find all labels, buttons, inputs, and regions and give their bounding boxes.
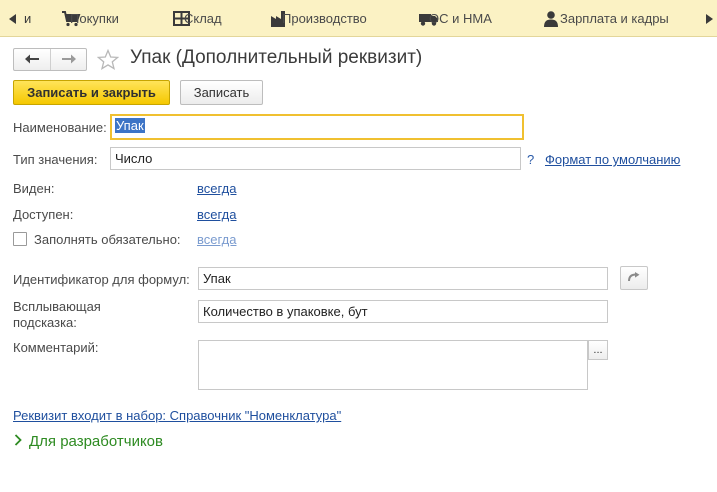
section-truncated-label: и xyxy=(24,11,32,26)
name-field-value: Упак xyxy=(115,118,145,133)
section-purchases[interactable]: Покупки xyxy=(62,0,119,37)
available-value-link[interactable]: всегда xyxy=(197,207,236,222)
section-salary[interactable]: Зарплата и кадры xyxy=(544,0,669,37)
person-icon xyxy=(544,10,558,27)
type-label: Тип значения: xyxy=(13,152,98,167)
tooltip-field[interactable]: Количество в упаковке, бут xyxy=(198,300,608,323)
section-salary-label: Зарплата и кадры xyxy=(560,11,669,26)
comment-label: Комментарий: xyxy=(13,340,99,355)
developers-group-toggle[interactable]: Для разработчиков xyxy=(14,433,163,450)
type-field[interactable]: Число xyxy=(110,147,521,170)
tooltip-label-line1: Всплывающая xyxy=(13,299,101,314)
name-field[interactable]: Упак xyxy=(110,114,524,140)
section-truncated[interactable]: и xyxy=(24,0,31,37)
save-and-close-button[interactable]: Записать и закрыть xyxy=(13,80,170,105)
required-checkbox[interactable] xyxy=(13,232,27,246)
arrow-left-icon xyxy=(25,52,39,67)
formula-id-label: Идентификатор для формул: xyxy=(13,272,190,287)
developers-group-label: Для разработчиков xyxy=(29,433,163,450)
scroll-left-icon[interactable] xyxy=(9,0,17,37)
visible-value-link[interactable]: всегда xyxy=(197,181,236,196)
required-value-link[interactable]: всегда xyxy=(197,232,236,247)
generate-id-button[interactable] xyxy=(620,266,648,290)
name-label: Наименование: xyxy=(13,120,107,135)
chevron-right-icon xyxy=(14,433,22,450)
available-label: Доступен: xyxy=(13,207,74,222)
type-field-value: Число xyxy=(115,151,153,166)
default-format-link[interactable]: Формат по умолчанию xyxy=(545,152,680,167)
help-mark: ? xyxy=(527,152,535,167)
section-warehouse[interactable]: Склад xyxy=(173,0,222,37)
arrow-right-icon xyxy=(61,52,76,67)
scroll-right-icon[interactable] xyxy=(705,0,713,37)
visible-label: Виден: xyxy=(13,181,55,196)
redo-arrow-icon xyxy=(628,271,640,286)
section-assets-label: ОС и НМА xyxy=(429,11,492,26)
forward-button[interactable] xyxy=(50,49,86,70)
section-production-label: Производство xyxy=(282,11,367,26)
comment-textarea[interactable] xyxy=(198,340,588,390)
tooltip-field-value: Количество в упаковке, бут xyxy=(203,304,368,319)
page-title: Упак (Дополнительный реквизит) xyxy=(130,47,423,68)
comment-open-button[interactable]: ... xyxy=(588,340,608,360)
tooltip-label-line2: подсказка: xyxy=(13,315,77,330)
section-warehouse-label: Склад xyxy=(184,11,222,26)
section-production[interactable]: Производство xyxy=(271,0,367,37)
required-label: Заполнять обязательно: xyxy=(34,232,181,247)
back-button[interactable] xyxy=(14,49,50,70)
sections-panel: и Покупки Склад Производство ОС и НМА За… xyxy=(0,0,717,37)
save-button[interactable]: Записать xyxy=(180,80,263,105)
section-purchases-label: Покупки xyxy=(70,11,119,26)
history-nav xyxy=(13,48,87,71)
favorite-star-icon[interactable] xyxy=(96,48,120,71)
formula-id-field-value: Упак xyxy=(203,271,231,286)
section-assets[interactable]: ОС и НМА xyxy=(419,0,492,37)
attribute-set-link[interactable]: Реквизит входит в набор: Справочник "Ном… xyxy=(13,408,341,423)
formula-id-field[interactable]: Упак xyxy=(198,267,608,290)
